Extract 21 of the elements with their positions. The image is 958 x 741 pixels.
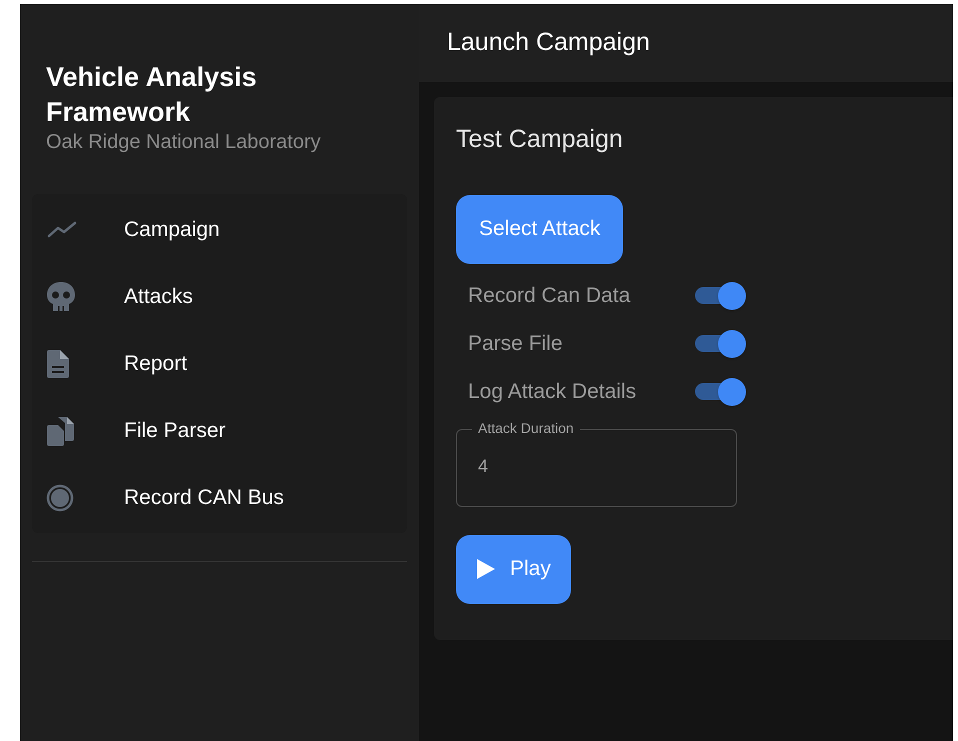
nav-item[interactable]: Record CAN Bus — [32, 464, 407, 531]
app-title: Vehicle Analysis Framework — [46, 61, 258, 129]
card-title: Test Campaign — [456, 124, 624, 155]
page-title: Launch Campaign — [447, 27, 650, 58]
toggle-switch[interactable] — [694, 282, 746, 310]
document-icon — [46, 348, 70, 378]
toggle-switch[interactable] — [694, 378, 746, 406]
toggle-switch[interactable] — [694, 330, 746, 358]
toggle-label: Log Attack Details — [468, 378, 636, 405]
line-chart-icon — [46, 220, 78, 240]
record-icon — [46, 484, 74, 512]
play-icon — [476, 558, 496, 580]
toggle-label: Parse File — [468, 330, 563, 357]
files-icon — [46, 414, 76, 446]
nav-item[interactable]: Campaign — [32, 196, 407, 263]
toggle-label: Record Can Data — [468, 282, 630, 309]
nav-item[interactable]: File Parser — [32, 397, 407, 464]
nav-item[interactable]: Attacks — [32, 263, 407, 330]
nav-item[interactable]: Report — [32, 330, 407, 397]
app-subtitle: Oak Ridge National Laboratory — [46, 130, 322, 154]
skull-icon — [46, 280, 76, 312]
